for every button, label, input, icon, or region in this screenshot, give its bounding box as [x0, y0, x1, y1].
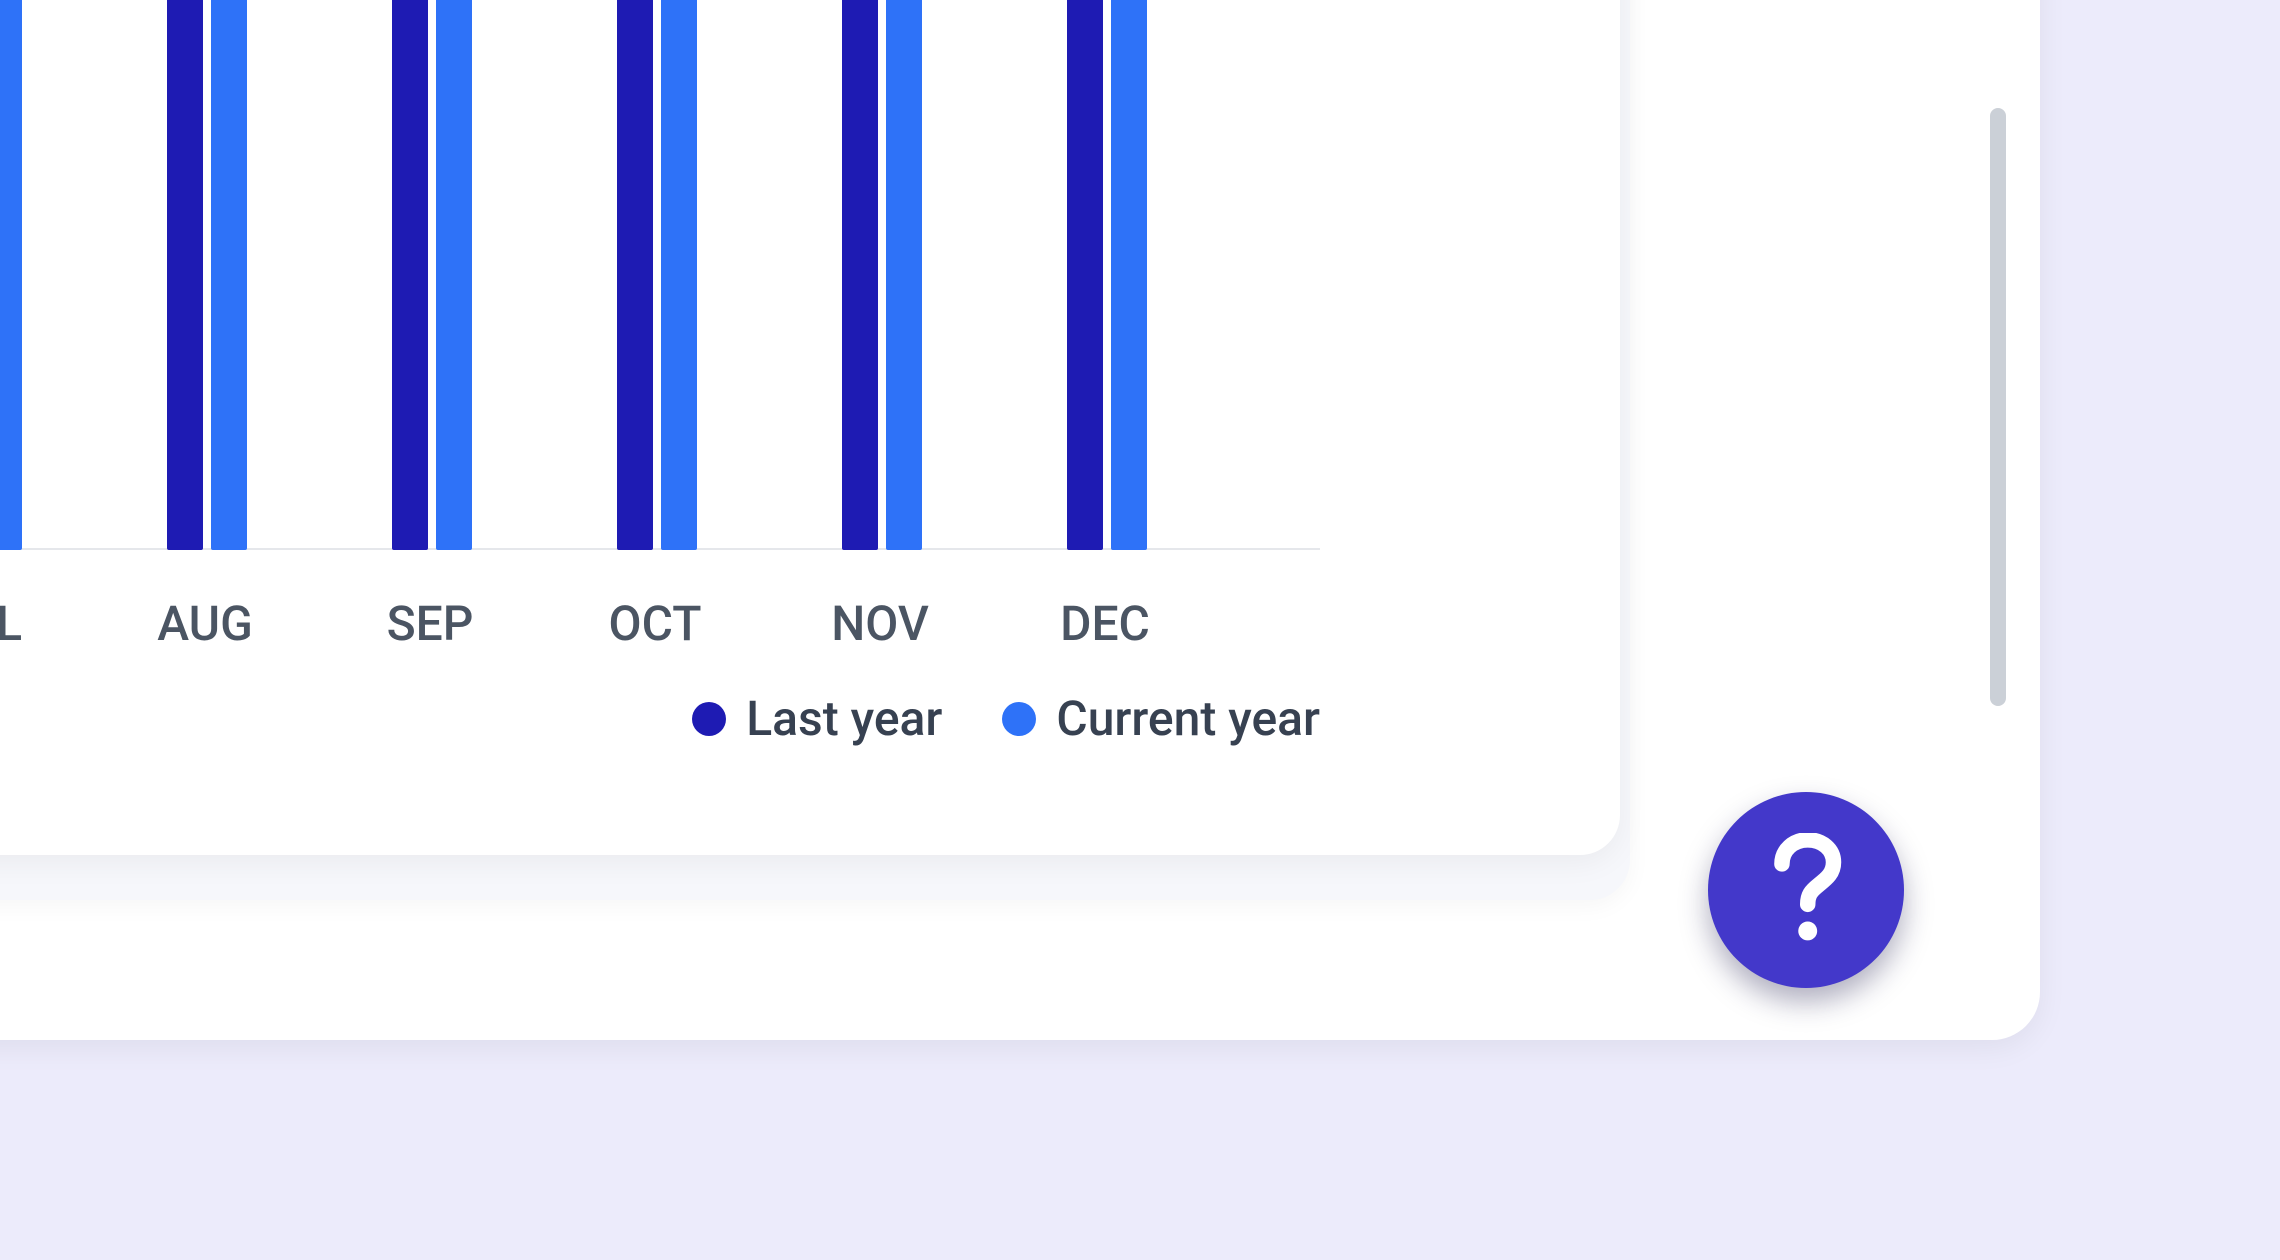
bar-aug-curr — [211, 0, 247, 550]
bar-sep-curr — [436, 0, 472, 550]
legend-item-last-year: Last year — [692, 690, 942, 747]
xtick-aug: AUG — [157, 595, 253, 652]
bar-dec-curr — [1111, 0, 1147, 550]
xtick-oct: OCT — [609, 595, 702, 652]
bar-dec-last — [1067, 0, 1103, 550]
chart-bars — [0, 0, 1320, 550]
legend-dot-icon — [1002, 702, 1036, 736]
bar-sep-last — [392, 0, 428, 550]
bar-nov-curr — [886, 0, 922, 550]
chart-container: $30k $20k $10k $0k JUL AUG SEP OCT NOV D… — [0, 0, 1620, 855]
xtick-dec: DEC — [1060, 595, 1150, 652]
bar-nov-last — [842, 0, 878, 550]
bar-jul-curr — [0, 0, 22, 550]
xtick-sep: SEP — [387, 595, 474, 652]
legend-dot-icon — [692, 702, 726, 736]
help-button[interactable] — [1708, 792, 1904, 988]
bar-oct-last — [617, 0, 653, 550]
chart-x-axis: JUL AUG SEP OCT NOV DEC — [0, 595, 1320, 675]
legend-item-current-year: Current year — [1002, 690, 1320, 747]
xtick-jul: JUL — [0, 595, 22, 652]
chart-legend: Last year Current year — [0, 690, 1320, 747]
xtick-nov: NOV — [831, 595, 929, 652]
scrollbar-thumb[interactable] — [1990, 108, 2006, 706]
legend-label-last-year: Last year — [746, 690, 942, 747]
bar-oct-curr — [661, 0, 697, 550]
question-mark-icon — [1770, 833, 1842, 947]
bar-aug-last — [167, 0, 203, 550]
legend-label-current-year: Current year — [1056, 690, 1320, 747]
